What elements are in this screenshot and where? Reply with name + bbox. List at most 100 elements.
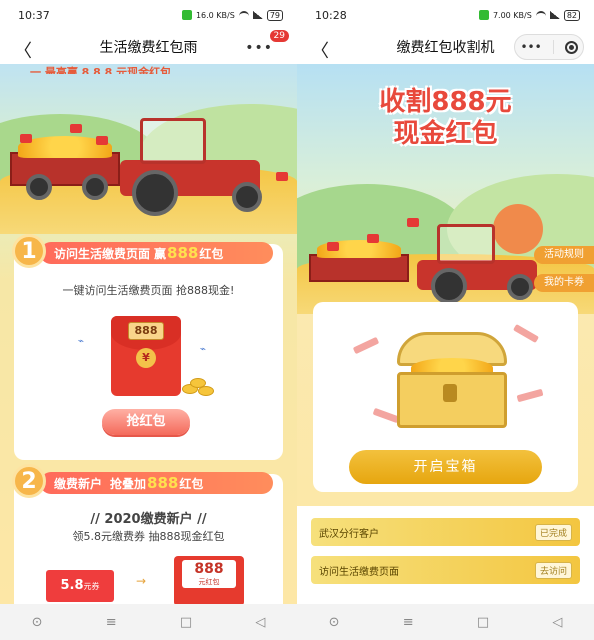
task-status-button[interactable]: 去访问 [534,561,572,579]
red-packet-card: 888 元红包 [174,556,244,604]
signal-icon [252,11,263,19]
status-time: 10:37 [18,8,50,22]
yuan-icon: ¥ [136,348,156,368]
tractor-wheel [232,182,262,212]
task-label: 武汉分行客户 [319,528,379,540]
step1-title-amount: 888 [167,244,199,262]
task-status-button[interactable]: 已完成 [534,523,572,541]
harvest-scene-illustration [0,74,297,234]
left-phone-screen: 10:37 16.0 KB/S 79 〈 生活缴费红包雨 ••• 29 一 最高… [0,0,297,640]
step1-description: 一键访问生活缴费页面 抢888现金! [62,284,235,297]
capsule-divider [552,40,554,54]
headline-line-1: 收割888元 [379,87,512,117]
notification-badge: 29 [269,30,289,42]
status-bar: 10:28 7.00 KB/S 82 [297,0,594,30]
android-nav-bar: ⊙ ≡ □ ◁ [0,604,297,640]
arrow-right-icon: → [136,574,147,588]
app-notification-icon [181,10,192,20]
step2-subheading: 领5.8元缴费券 抽888现金红包 [72,530,225,543]
square-icon[interactable]: □ [477,615,489,630]
back-chevron-icon[interactable]: 〈 [14,37,32,63]
square-icon[interactable]: □ [180,615,192,630]
step2-title-amount: 888 [147,474,179,492]
red-envelope-icon [327,242,339,251]
back-triangle-icon[interactable]: ◁ [255,615,265,630]
treasure-chest-illustration[interactable] [397,332,507,428]
step2-title: 缴费新户 抢叠加 888 红包 [40,472,273,494]
tractor-wheel [132,170,178,216]
coupon-ticket: 5.8元券 [46,570,114,602]
system-icons: 16.0 KB/S 79 [181,9,283,21]
red-envelope-icon [96,136,108,145]
decor-slash-icon: // [90,512,105,527]
lock-icon [443,384,457,402]
decor-slash-icon: // [192,512,207,527]
step1-title: 访问生活缴费页面 赢 888 红包 [40,242,273,264]
headline-line-2: 现金红包 [393,119,498,149]
red-envelope-icon [276,172,288,181]
headline: 收割888元 现金红包 [297,86,594,150]
right-phone-screen: 10:28 7.00 KB/S 82 〈 缴费红包收割机 ••• 收割888元 … [297,0,594,640]
step1-card: 访问生活缴费页面 赢 888 红包 1 一键访问生活缴费页面 抢888现金! 8… [12,234,283,460]
tractor-cab [437,224,495,264]
treasure-panel: 开启宝箱 [313,302,578,492]
red-envelope-icon [367,234,379,243]
red-packet-amount: 888 [194,561,224,577]
task-list: 武汉分行客户 已完成 访问生活缴费页面 去访问 [297,506,594,604]
step2-heading: // 2020缴费新户 // [14,508,283,527]
back-chevron-icon[interactable]: 〈 [311,37,329,63]
home-circle-icon[interactable]: ⊙ [32,615,43,630]
sparkle-icon: ⌁ [200,344,207,355]
signal-icon [549,11,560,19]
ribbon-decoration [352,336,380,355]
ribbon-decoration [516,388,544,403]
activity-rules-tab[interactable]: 活动规则 [534,246,594,264]
coupon-amount: 5.8 [60,578,84,593]
more-options-icon[interactable]: ••• [520,40,541,54]
wheel [82,174,108,200]
step1-title-win: 赢 [154,246,167,261]
more-options-icon[interactable]: ••• [245,40,273,56]
red-envelope-icon [70,124,82,133]
android-nav-bar: ⊙ ≡ □ ◁ [297,604,594,640]
step2-number: 2 [12,464,46,498]
red-packet-unit: 元红包 [198,578,220,586]
step1-title-text: 访问生活缴费页面 [54,246,151,261]
red-envelope-icon [20,134,32,143]
sparkle-icon: ⌁ [78,336,85,347]
network-speed: 7.00 KB/S [492,10,532,20]
page-title: 生活缴费红包雨 [99,40,198,56]
battery-icon: 79 [266,9,283,21]
menu-icon[interactable]: ≡ [106,615,117,630]
network-speed: 16.0 KB/S [195,10,235,20]
wheel [26,174,52,200]
page-content[interactable]: 一 最高赢 8 8 8 元现金红包 访问生活缴费页面 赢 888 红包 1 一键… [0,64,297,604]
ribbon-decoration [372,407,400,424]
status-time: 10:28 [315,8,347,22]
home-circle-icon[interactable]: ⊙ [329,615,340,630]
task-item: 访问生活缴费页面 去访问 [311,556,580,584]
system-icons: 7.00 KB/S 82 [478,9,580,21]
trailer [309,254,409,282]
red-packet-inner: 888 元红包 [182,560,236,588]
wifi-icon [238,11,249,19]
open-chest-button[interactable]: 开启宝箱 [349,450,542,484]
menu-icon[interactable]: ≡ [403,615,414,630]
top-banner: 一 最高赢 8 8 8 元现金红包 [30,66,172,74]
back-triangle-icon[interactable]: ◁ [552,615,562,630]
step1-title-suffix: 红包 [199,246,224,261]
grab-red-packet-button[interactable]: 抢红包 [102,409,190,435]
my-coupons-tab[interactable]: 我的卡券 [534,274,594,292]
step2-heading-text: 2020缴费新户 [104,512,193,527]
wifi-icon [535,11,546,19]
page-title: 缴费红包收割机 [396,40,495,56]
tractor-wheel [431,268,467,304]
tractor-wheel [507,274,533,300]
page-content[interactable]: 收割888元 现金红包 活动规则 我的卡券 开启宝箱 武汉分行客户 已完成 访问… [297,64,594,604]
task-label: 访问生活缴费页面 [319,566,399,578]
close-target-icon[interactable] [564,40,578,54]
status-bar: 10:37 16.0 KB/S 79 [0,0,297,30]
sun-icon [493,204,543,254]
red-envelope-icon [407,218,419,227]
step2-title-text: 缴费新户 [54,476,103,491]
